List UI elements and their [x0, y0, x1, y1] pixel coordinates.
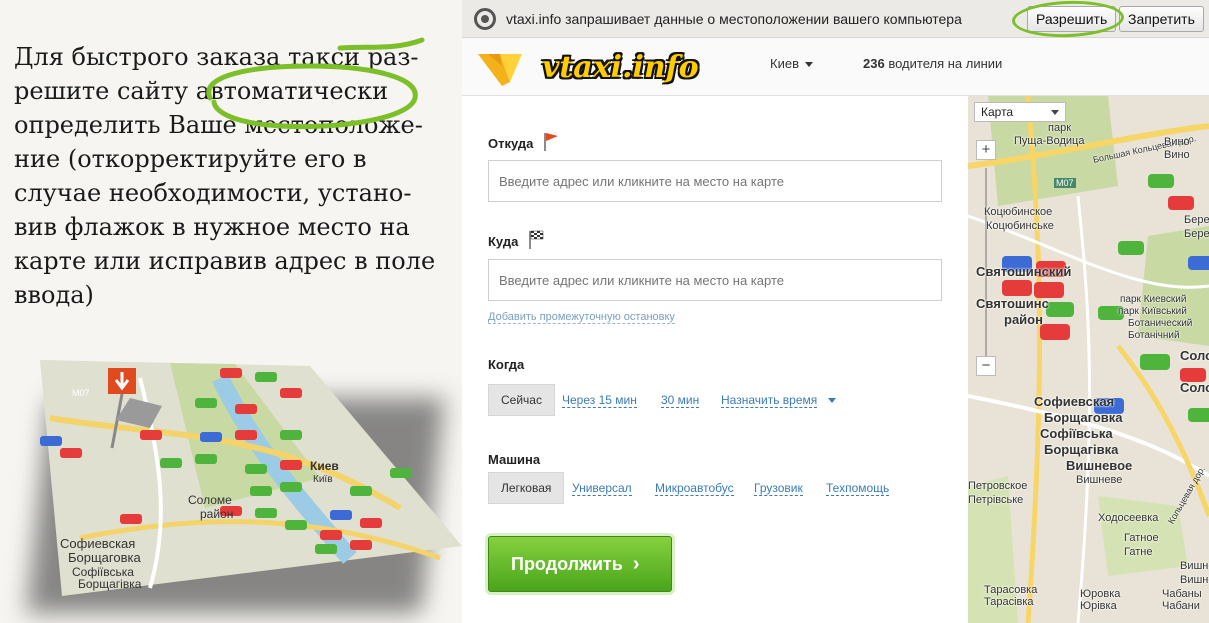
logo-text[interactable]: vtaxi.info: [542, 50, 699, 85]
mini-map-label: Київ: [313, 474, 333, 485]
continue-button[interactable]: Продолжить ›: [488, 536, 672, 592]
map-label: Коцюбинское: [984, 206, 1053, 218]
when-option-schedule[interactable]: Назначить время: [721, 393, 818, 408]
from-label: Откуда: [488, 132, 559, 152]
map-label: Вино: [1164, 149, 1190, 161]
when-option-now[interactable]: Сейчас: [488, 384, 555, 416]
mini-map-label: Софиевская: [60, 536, 135, 551]
map-label: Гатное: [1124, 532, 1159, 544]
map-label: Вишневое: [1066, 458, 1133, 473]
to-address-input[interactable]: [488, 259, 942, 301]
map-label: Вишнево: [1180, 560, 1209, 572]
continue-label: Продолжить: [511, 553, 623, 574]
map-label: Бере: [1184, 228, 1209, 240]
city-name: Киев: [770, 56, 799, 71]
map-label: Вишнёво: [1180, 574, 1209, 586]
map-label: Ботанический: [1128, 318, 1193, 329]
map-label: Пуща-Водица: [1014, 135, 1085, 147]
map-label: Бере: [1184, 214, 1209, 226]
car-option-tow[interactable]: Техпомощь: [826, 481, 890, 496]
zoom-out-button[interactable]: −: [976, 356, 996, 376]
promo-panel: Для быстрого заказа такси раз- решите са…: [0, 0, 462, 623]
when-option-30min[interactable]: 30 мин: [661, 393, 700, 408]
drivers-label: водителя на линии: [888, 56, 1003, 71]
chevron-right-icon: ›: [632, 552, 640, 575]
map-label: район: [1004, 312, 1043, 327]
map-label: Святошинский: [976, 264, 1072, 279]
map-illustration: Киев Київ Соломе район Софиевская Борщаг…: [20, 358, 465, 618]
mini-map-label: М07: [72, 388, 90, 398]
map-label: Ходосеевка: [1098, 512, 1159, 524]
map-label: Юровка: [1080, 588, 1121, 600]
chevron-down-icon: [1051, 110, 1059, 115]
map-label: Чабаны: [1162, 588, 1202, 600]
map-label: Вишневе: [1076, 474, 1123, 486]
add-stop-link[interactable]: Добавить промежуточную остановку: [488, 311, 675, 324]
chevron-down-icon: [804, 62, 813, 68]
drivers-online: 236 водителя на линии: [863, 56, 1002, 71]
map-label: Соло: [1180, 348, 1209, 363]
map-label: Чабани: [1162, 600, 1200, 612]
map-label: парк Киевский: [1120, 294, 1187, 305]
map-label: Петровское: [968, 480, 1028, 492]
location-target-icon: [474, 7, 496, 30]
mini-map-label: Соломе: [188, 493, 232, 507]
zoom-in-button[interactable]: +: [976, 140, 996, 160]
mini-map-label: Борщаговка: [68, 550, 141, 565]
map-label: парк Київський: [1118, 306, 1187, 317]
map-label: Гатне: [1124, 546, 1153, 558]
order-form: Откуда Куда Добавить промежуточную остан…: [462, 96, 968, 623]
map-label: Ботанічний: [1128, 330, 1180, 341]
chevron-down-icon: [828, 398, 836, 403]
when-option-15min[interactable]: Через 15 мин: [562, 393, 637, 408]
deny-location-button[interactable]: Запретить: [1119, 6, 1204, 32]
finish-flag-icon: [529, 230, 544, 249]
map-label: Вино: [1164, 136, 1190, 148]
when-label: Когда: [488, 357, 525, 372]
promo-line: вив флажок в нужное место на: [14, 213, 410, 241]
map-label: М07: [1054, 178, 1076, 188]
map-label: Тарасівка: [984, 596, 1034, 608]
logo-icon: [478, 54, 522, 86]
map-label: Софиевская: [1034, 394, 1115, 409]
map-label: парк: [1048, 122, 1072, 134]
to-label: Куда: [488, 230, 544, 250]
map-label: Святошинс: [976, 296, 1049, 311]
mini-map-label: Киев: [310, 459, 339, 473]
highlight-arrow-icon: [206, 37, 425, 130]
car-option-truck[interactable]: Грузовик: [754, 481, 803, 496]
promo-line: карте или исправив адрес в поле: [14, 247, 436, 275]
map-label: Борщаговка: [1044, 410, 1123, 425]
car-option-wagon[interactable]: Универсал: [572, 481, 632, 496]
from-address-input[interactable]: [488, 160, 942, 202]
map-label: Юрівка: [1080, 600, 1117, 612]
promo-line: случае необходимости, устано-: [14, 179, 412, 207]
city-map[interactable]: Карта + − парк Пуща-Водица Большая Кольц…: [968, 96, 1209, 623]
map-label: Коцюбинське: [986, 220, 1054, 232]
car-option-minibus[interactable]: Микроавтобус: [655, 481, 734, 496]
mini-map-label: район: [200, 507, 233, 521]
map-label: Соло: [1180, 380, 1209, 395]
city-selector[interactable]: Киев: [770, 56, 813, 71]
zoom-slider[interactable]: [985, 168, 987, 358]
geolocation-message: vtaxi.info запрашивает данные о местопол…: [506, 10, 962, 27]
map-type-select[interactable]: Карта: [974, 102, 1066, 122]
promo-line: ввода): [14, 281, 94, 309]
drivers-count: 236: [863, 56, 885, 71]
car-option-sedan[interactable]: Легковая: [488, 472, 565, 504]
map-label: Софіївська: [1040, 426, 1113, 441]
mini-map-label: Борщагівка: [78, 577, 142, 591]
map-label: Тарасовка: [984, 584, 1038, 596]
map-label: Борщагівка: [1044, 442, 1119, 457]
map-label: Петрівське: [968, 494, 1024, 506]
red-flag-icon: [544, 133, 558, 151]
car-label: Машина: [488, 452, 541, 467]
promo-line: ние (откорректируйте его в: [14, 145, 367, 173]
site-header: vtaxi.info Киев 236 водителя на линии: [462, 38, 1209, 96]
